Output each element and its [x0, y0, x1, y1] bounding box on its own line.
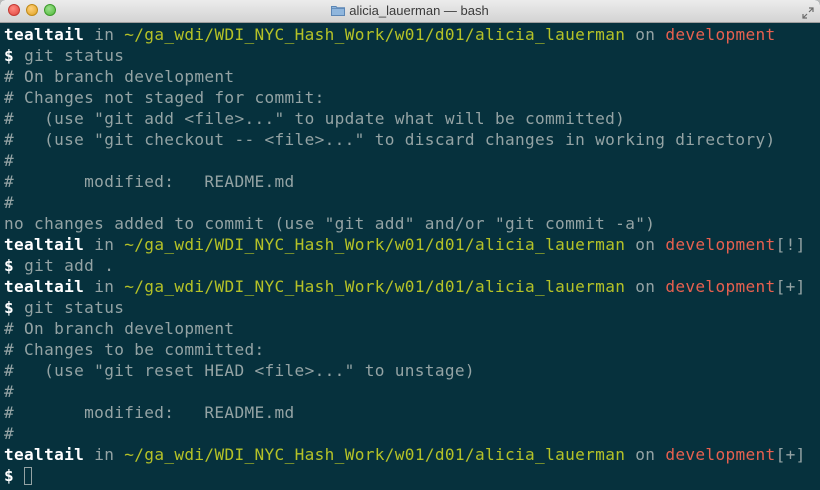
git-status-indicator: [+] — [775, 445, 806, 464]
title-bar[interactable]: alicia_lauerman — bash — [0, 0, 820, 23]
command-line: $ git status — [4, 45, 806, 66]
output-text: # On branch development — [4, 319, 235, 338]
command-text: git status — [24, 46, 125, 65]
prompt-user: tealtail — [4, 25, 85, 44]
window-title: alicia_lauerman — bash — [349, 3, 489, 18]
output-line: # (use "git reset HEAD <file>..." to uns… — [4, 360, 806, 381]
prompt-on: on — [635, 445, 656, 464]
prompt-in: in — [94, 277, 115, 296]
prompt-line: tealtail in ~/ga_wdi/WDI_NYC_Hash_Work/w… — [4, 276, 806, 297]
folder-icon — [331, 4, 346, 16]
output-text: # — [4, 382, 15, 401]
output-text: # Changes not staged for commit: — [4, 88, 325, 107]
output-line: # — [4, 150, 806, 171]
prompt-branch: development — [665, 25, 776, 44]
prompt-branch: development — [665, 445, 776, 464]
prompt-user: tealtail — [4, 235, 85, 254]
output-text: # — [4, 193, 15, 212]
command-line: $ git status — [4, 297, 806, 318]
output-text: # (use "git add <file>..." to update wha… — [4, 109, 626, 128]
output-line: # — [4, 423, 806, 444]
output-text: # modified: README.md — [4, 403, 295, 422]
output-text: # (use "git checkout -- <file>..." to di… — [4, 130, 776, 149]
input-line: $ — [4, 465, 806, 486]
terminal-window: alicia_lauerman — bash tealtail in ~/ga_… — [0, 0, 820, 490]
prompt-branch: development — [665, 277, 776, 296]
prompt-path: ~/ga_wdi/WDI_NYC_Hash_Work/w01/d01/alici… — [124, 235, 626, 254]
output-line: # On branch development — [4, 66, 806, 87]
prompt-in: in — [94, 235, 115, 254]
output-line: # Changes not staged for commit: — [4, 87, 806, 108]
git-status-indicator: [+] — [775, 277, 806, 296]
command-text: git add . — [24, 256, 115, 275]
prompt-branch: development — [665, 235, 776, 254]
prompt-dollar: $ — [4, 46, 15, 65]
prompt-user: tealtail — [4, 277, 85, 296]
prompt-line: tealtail in ~/ga_wdi/WDI_NYC_Hash_Work/w… — [4, 24, 806, 45]
prompt-on: on — [635, 25, 656, 44]
output-line: # — [4, 381, 806, 402]
prompt-line: tealtail in ~/ga_wdi/WDI_NYC_Hash_Work/w… — [4, 444, 806, 465]
output-text: # — [4, 424, 15, 443]
output-text: # (use "git reset HEAD <file>..." to uns… — [4, 361, 475, 380]
output-line: # (use "git add <file>..." to update wha… — [4, 108, 806, 129]
text-cursor — [24, 467, 33, 485]
output-line: no changes added to commit (use "git add… — [4, 213, 806, 234]
output-line: # modified: README.md — [4, 171, 806, 192]
output-text: # — [4, 151, 15, 170]
output-text: # Changes to be committed: — [4, 340, 265, 359]
prompt-path: ~/ga_wdi/WDI_NYC_Hash_Work/w01/d01/alici… — [124, 277, 626, 296]
prompt-line: tealtail in ~/ga_wdi/WDI_NYC_Hash_Work/w… — [4, 234, 806, 255]
output-line: # Changes to be committed: — [4, 339, 806, 360]
prompt-path: ~/ga_wdi/WDI_NYC_Hash_Work/w01/d01/alici… — [124, 25, 626, 44]
output-line: # — [4, 192, 806, 213]
output-text: no changes added to commit (use "git add… — [4, 214, 656, 233]
output-text: # On branch development — [4, 67, 235, 86]
prompt-dollar: $ — [4, 466, 15, 485]
output-line: # On branch development — [4, 318, 806, 339]
output-line: # (use "git checkout -- <file>..." to di… — [4, 129, 806, 150]
command-text: git status — [24, 298, 125, 317]
terminal-output[interactable]: tealtail in ~/ga_wdi/WDI_NYC_Hash_Work/w… — [4, 24, 806, 486]
fullscreen-arrows-icon[interactable] — [802, 4, 814, 19]
prompt-in: in — [94, 445, 115, 464]
prompt-on: on — [635, 277, 656, 296]
prompt-on: on — [635, 235, 656, 254]
prompt-in: in — [94, 25, 115, 44]
prompt-user: tealtail — [4, 445, 85, 464]
git-status-indicator: [!] — [775, 235, 806, 254]
output-line: # modified: README.md — [4, 402, 806, 423]
output-text: # modified: README.md — [4, 172, 295, 191]
command-line: $ git add . — [4, 255, 806, 276]
prompt-dollar: $ — [4, 256, 15, 275]
prompt-path: ~/ga_wdi/WDI_NYC_Hash_Work/w01/d01/alici… — [124, 445, 626, 464]
prompt-dollar: $ — [4, 298, 15, 317]
window-title-container: alicia_lauerman — bash — [0, 3, 820, 18]
